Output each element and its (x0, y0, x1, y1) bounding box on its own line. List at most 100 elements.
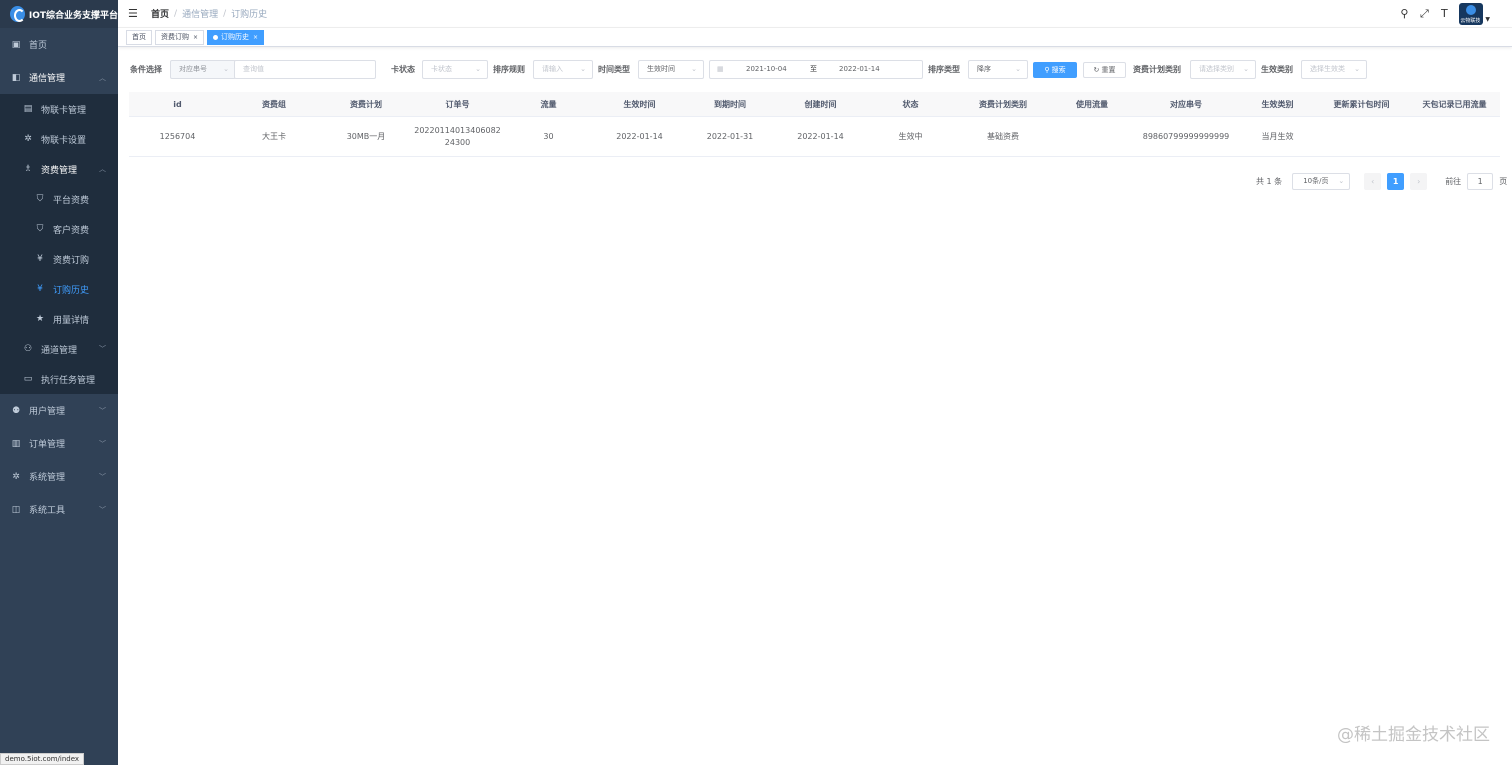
table-cell (1314, 117, 1409, 156)
column-header: 流量 (540, 99, 557, 109)
sidebar-item-system-tools[interactable]: ◫ 系统工具 ﹀ (0, 493, 118, 526)
goto-page-input[interactable]: 1 (1467, 173, 1494, 190)
pagination: 共 1 条 10条/页 ⌄ ‹ 1 › 前往 1 页 (1256, 173, 1507, 190)
sidebar-item-usage-details[interactable]: ★ 用量详情 (0, 304, 118, 334)
sidebar-item-task-management[interactable]: ▭ 执行任务管理 (0, 364, 118, 394)
column-header: 天包记录已用流量 (1422, 99, 1487, 109)
date-end[interactable]: 2022-01-14 (839, 61, 880, 78)
chevron-down-icon: ⌄ (475, 65, 481, 73)
plan-type-select[interactable]: 请选择类别 ⌄ (1190, 60, 1256, 79)
table-cell: 2022011401340608224300 (414, 125, 501, 147)
page-size-select[interactable]: 10条/页 ⌄ (1292, 173, 1351, 190)
avatar[interactable]: 云物联技 (1459, 3, 1484, 25)
table-cell: 2022-01-14 (797, 131, 844, 141)
table-body: 1256704 大王卡 30MB一月 2022011401340608224300 30… (129, 117, 1500, 157)
column-header: 创建时间 (804, 99, 837, 109)
prev-page-button[interactable]: ‹ (1364, 173, 1382, 190)
sidebar-menu: ▣ 首页 ◧ 通信管理 ︿ ▤ 物联卡管理 ✲ 物联卡设置 ♗ 资费管理 ︿ ⛉… (0, 28, 118, 526)
refresh-icon: ↻ (1093, 66, 1102, 74)
tariff-icon: ♗ (23, 164, 33, 174)
sidebar-item-channel-management[interactable]: ⚇ 通道管理 ﹀ (0, 334, 118, 364)
sidebar-item-home[interactable]: ▣ 首页 (0, 28, 118, 61)
condition-label: 条件选择 (130, 65, 162, 74)
chevron-down-icon: ﹀ (99, 505, 106, 514)
search-button[interactable]: ⚲ 搜索 (1033, 62, 1077, 78)
page-number-1[interactable]: 1 (1387, 173, 1405, 190)
table-row[interactable]: 1256704 大王卡 30MB一月 2022011401340608224300 30… (129, 117, 1500, 157)
close-icon[interactable]: × (253, 31, 258, 44)
yen-icon: ¥ (37, 254, 43, 264)
sidebar-item-card-management[interactable]: ▤ 物联卡管理 (0, 94, 118, 124)
sidebar-item-tariff-management[interactable]: ♗ 资费管理 ︿ (0, 154, 118, 184)
breadcrumb-home[interactable]: 首页 (151, 7, 169, 20)
shield-icon: ⛉ (36, 194, 44, 204)
reset-button[interactable]: ↻ 重置 (1083, 62, 1126, 78)
effect-type-select[interactable]: 选择生效类 ⌄ (1301, 60, 1367, 79)
card-status-select[interactable]: 卡状态 ⌄ (422, 60, 488, 79)
date-start[interactable]: 2021-10-04 (746, 61, 787, 78)
tag-tariff-order[interactable]: 资费订购 × (155, 29, 205, 45)
app-logo[interactable]: IOT综合业务支撑平台 (0, 0, 118, 28)
toolbox-icon: ◫ (11, 504, 21, 515)
breadcrumb-separator: / (174, 8, 178, 19)
calendar-icon: ▦ (717, 65, 724, 73)
column-header: 对应串号 (1170, 99, 1202, 109)
condition-select[interactable]: 对应串号 ⌄ (170, 60, 236, 79)
table-cell: 当月生效 (1261, 131, 1294, 141)
monitor-icon: ▭ (23, 374, 33, 384)
sidebar-item-order-history[interactable]: ¥ 订购历史 (0, 274, 118, 304)
plan-type-label: 资费计划类别 (1133, 65, 1181, 74)
search-icon: ⚲ (1044, 66, 1052, 74)
time-type-label: 时间类型 (598, 65, 630, 74)
table-cell: 大王卡 (262, 131, 286, 141)
table-cell: 30 (543, 131, 554, 141)
chevron-up-icon: ︿ (99, 73, 106, 82)
sort-type-select[interactable]: 降序 ⌄ (968, 60, 1028, 79)
breadcrumb-communication: 通信管理 (182, 10, 219, 20)
table-cell: 2022-01-14 (616, 131, 663, 141)
sidebar-item-card-settings[interactable]: ✲ 物联卡设置 (0, 124, 118, 154)
sidebar-item-system-management[interactable]: ✲ 系统管理 ﹀ (0, 460, 118, 493)
hamburger-icon[interactable]: ☰ (128, 7, 139, 20)
dashboard-icon: ▣ (11, 39, 21, 50)
sidebar-item-user-management[interactable]: ⚉ 用户管理 ﹀ (0, 394, 118, 427)
column-header: 资费计划 (350, 99, 382, 109)
caret-down-icon[interactable]: ▼ (1485, 16, 1490, 23)
next-page-button[interactable]: › (1410, 173, 1428, 190)
chevron-down-icon: ⌄ (691, 65, 697, 73)
tag-order-history[interactable]: 订购历史 × (207, 29, 265, 45)
chevron-down-icon: ﹀ (99, 406, 106, 415)
time-type-select[interactable]: 生效时间 ⌄ (638, 60, 704, 79)
logo-icon (10, 6, 25, 22)
column-header: 订单号 (445, 99, 470, 109)
chevron-down-icon: ﹀ (99, 345, 106, 353)
sidebar: IOT综合业务支撑平台 ▣ 首页 ◧ 通信管理 ︿ ▤ 物联卡管理 ✲ 物联卡设… (0, 0, 118, 765)
sidebar-item-order-management[interactable]: ▥ 订单管理 ﹀ (0, 427, 118, 460)
sidebar-item-platform-tariff[interactable]: ⛉ 平台资费 (0, 184, 118, 214)
page-suffix: 页 (1499, 177, 1508, 186)
column-header: 使用流量 (1076, 99, 1108, 109)
date-range-picker[interactable]: ▦ 2021-10-04 至 2022-01-14 (709, 60, 923, 79)
date-separator: 至 (810, 65, 817, 73)
column-header: 生效类别 (1261, 99, 1294, 109)
font-size-icon[interactable]: T (1437, 7, 1451, 21)
fullscreen-icon[interactable]: ⤢ (1417, 7, 1431, 21)
active-dot-icon (213, 34, 219, 40)
sort-rule-select[interactable]: 请输入 ⌄ (533, 60, 593, 79)
user-icon: ⚉ (11, 405, 21, 416)
chevron-down-icon: ⌄ (1354, 65, 1360, 73)
tag-home[interactable]: 首页 (126, 29, 152, 45)
column-header: id (173, 99, 182, 109)
table-header: id 资费组 资费计划 订单号 流量 生效时间 到期时间 创建时间 状态 资费计划类别 使用流量 对应… (129, 92, 1500, 117)
condition-input[interactable]: 查询值 (234, 60, 376, 79)
chevron-down-icon: ⌄ (1243, 65, 1249, 73)
tree-icon: ⚇ (23, 344, 33, 354)
sidebar-item-customer-tariff[interactable]: ⛉ 客户资费 (0, 214, 118, 244)
search-icon[interactable]: ⚲ (1397, 7, 1411, 21)
sidebar-item-communication[interactable]: ◧ 通信管理 ︿ (0, 61, 118, 94)
chevron-down-icon: ﹀ (99, 439, 106, 448)
sidebar-item-tariff-order[interactable]: ¥ 资费订购 (0, 244, 118, 274)
table-cell: 89860799999999999 (1142, 131, 1230, 141)
close-icon[interactable]: × (193, 31, 198, 44)
column-header: 资费计划类别 (979, 99, 1027, 109)
